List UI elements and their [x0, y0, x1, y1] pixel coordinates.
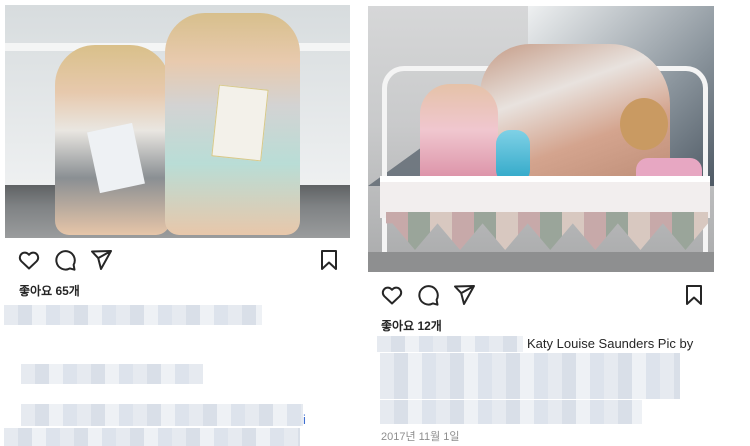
- post-date: 2017년 11월 1일: [381, 431, 460, 443]
- blurred-caption-line: [4, 428, 300, 446]
- likes-count[interactable]: 좋아요 12개: [381, 317, 442, 334]
- share-icon[interactable]: [89, 248, 113, 272]
- blurred-username: [377, 336, 523, 352]
- photo-figure: [420, 84, 498, 186]
- blurred-caption-line: [21, 404, 303, 426]
- blurred-caption-line: [380, 353, 680, 399]
- photo-mattress: [380, 176, 710, 218]
- bookmark-icon[interactable]: [682, 283, 706, 307]
- photo-floor: [368, 252, 714, 272]
- likes-count[interactable]: 좋아요 65개: [19, 282, 80, 299]
- bookmark-icon[interactable]: [317, 248, 341, 272]
- comment-icon[interactable]: [416, 283, 440, 307]
- blurred-caption-line: [21, 364, 203, 384]
- caption-trailing-link[interactable]: i: [303, 412, 306, 427]
- heart-icon[interactable]: [380, 283, 404, 307]
- post-photo[interactable]: [5, 5, 350, 238]
- share-icon[interactable]: [452, 283, 476, 307]
- heart-icon[interactable]: [17, 248, 41, 272]
- blurred-caption-line: [4, 305, 262, 325]
- blurred-caption-line: [380, 400, 642, 424]
- photo-teddy-bear: [620, 98, 668, 150]
- post-action-bar: [17, 248, 341, 274]
- photo-snack-bag: [211, 84, 269, 162]
- comment-icon[interactable]: [53, 248, 77, 272]
- caption-credit-text: Katy Louise Saunders Pic by: [527, 336, 694, 351]
- post-photo[interactable]: [368, 6, 714, 272]
- post-action-bar: [380, 283, 706, 309]
